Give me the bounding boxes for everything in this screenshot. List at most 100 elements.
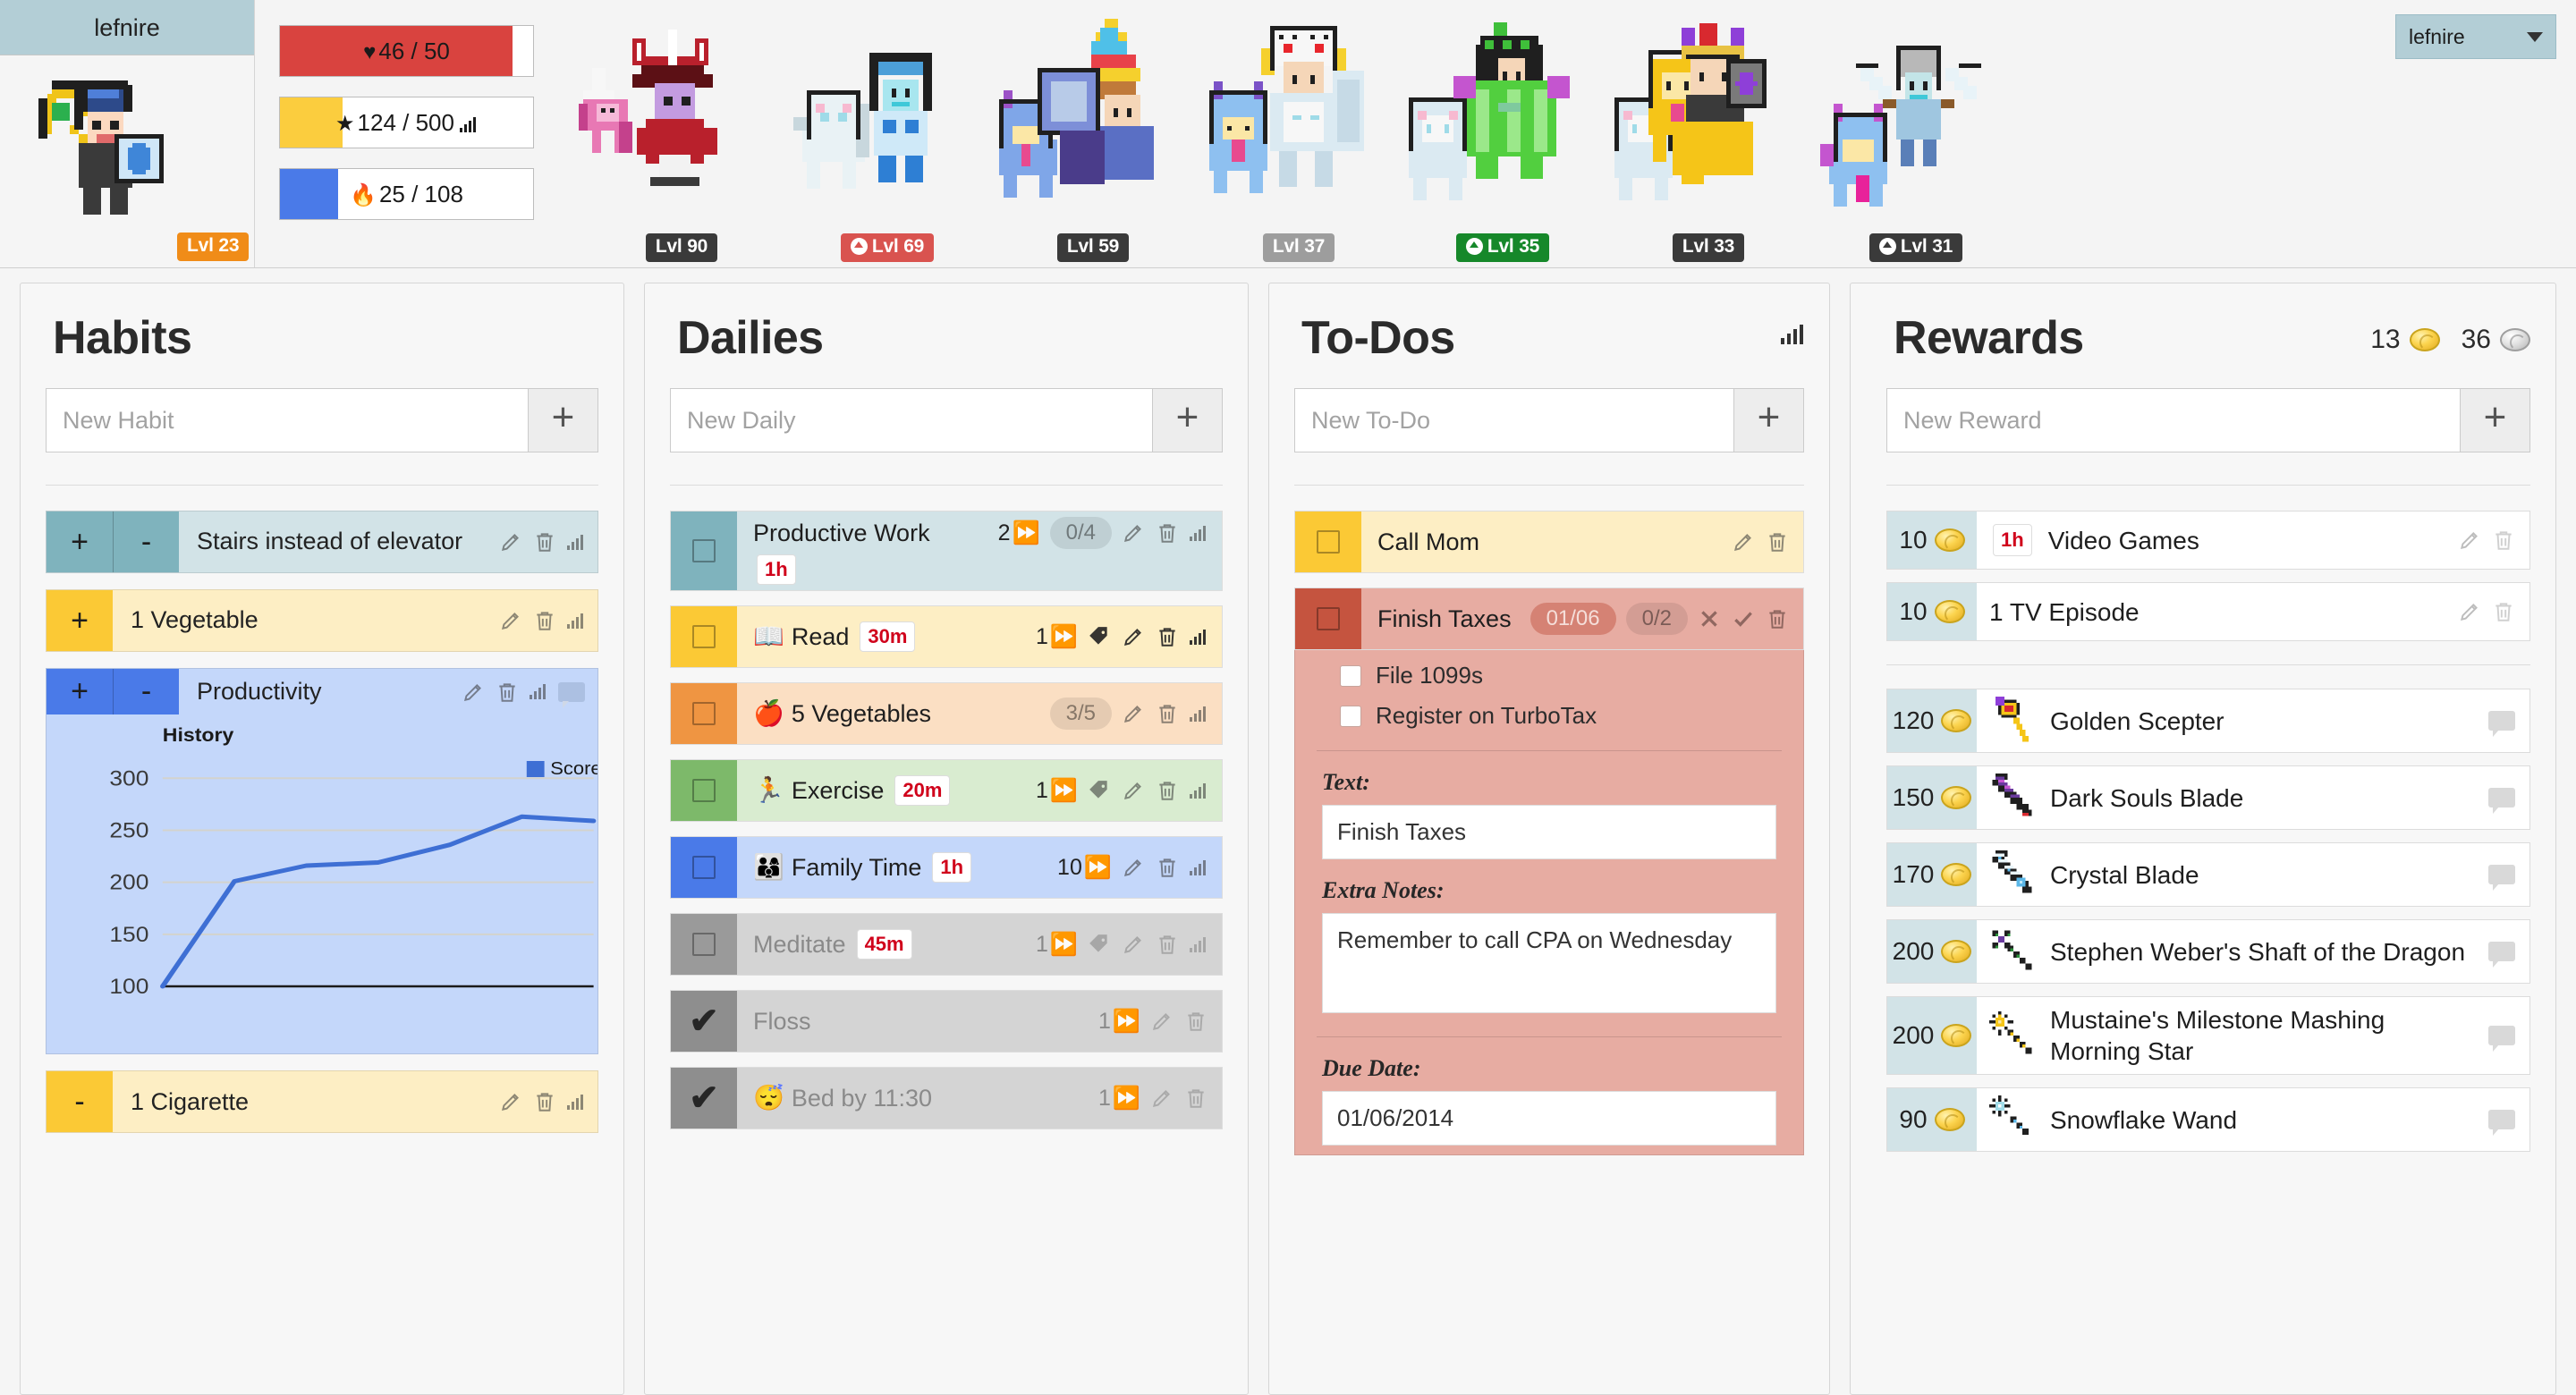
checklist-item[interactable]: File 1099s (1340, 655, 1803, 696)
new-daily-input[interactable] (670, 388, 1153, 452)
daily-row[interactable]: 📖 Read 30m 1 ⏩ (670, 605, 1223, 668)
reward-row[interactable]: 200 Stephen Weber's Shaft of the Dragon (1886, 919, 2530, 984)
chat-icon[interactable] (2488, 1026, 2515, 1052)
habit-minus-button[interactable]: - (113, 512, 179, 572)
chart-icon[interactable] (1781, 325, 1804, 344)
edit-icon[interactable] (1122, 702, 1145, 725)
delete-icon[interactable] (533, 1090, 556, 1113)
add-todo-button[interactable]: + (1734, 388, 1804, 452)
chat-icon[interactable] (2488, 788, 2515, 814)
edit-icon[interactable] (2458, 528, 2481, 552)
daily-checkbox[interactable]: ✔ (671, 1068, 737, 1129)
party-member[interactable]: Lvl 69 (784, 19, 990, 262)
new-reward-input[interactable] (1886, 388, 2461, 452)
reward-row[interactable]: 10 1h Video Games (1886, 511, 2530, 570)
delete-icon[interactable] (2492, 528, 2515, 552)
habit-row[interactable]: - 1 Cigarette (46, 1070, 598, 1134)
chat-icon[interactable] (2488, 711, 2515, 737)
daily-checkbox[interactable] (671, 837, 737, 898)
reward-row[interactable]: 10 1 TV Episode (1886, 582, 2530, 641)
habit-row[interactable]: + - Productivity History Score 100 150 2… (46, 668, 602, 1055)
chart-icon[interactable] (530, 684, 547, 700)
reward-row[interactable]: 170 Crystal Blade (1886, 842, 2530, 907)
delete-icon[interactable] (1184, 1010, 1208, 1033)
delete-icon[interactable] (1156, 521, 1179, 545)
habit-minus-button[interactable]: - (113, 669, 179, 715)
reward-row[interactable]: 200 Mustaine's Milestone Mashing Morning… (1886, 996, 2530, 1075)
chart-icon[interactable] (567, 1094, 585, 1110)
daily-row[interactable]: 🍎 5 Vegetables 3/5 (670, 682, 1223, 745)
new-todo-input[interactable] (1294, 388, 1734, 452)
daily-checkbox[interactable]: ✔ (671, 991, 737, 1052)
chart-icon[interactable] (1190, 859, 1208, 875)
health-bar[interactable]: ♥ 46 / 50 (279, 25, 534, 77)
delete-icon[interactable] (496, 681, 519, 704)
delete-icon[interactable] (2492, 600, 2515, 623)
delete-icon[interactable] (533, 609, 556, 632)
edit-icon[interactable] (499, 530, 522, 554)
checklist-item[interactable]: Register on TurboTax (1340, 696, 1803, 736)
chat-icon[interactable] (2488, 1110, 2515, 1136)
daily-checkbox[interactable] (671, 606, 737, 667)
chart-icon[interactable] (1190, 706, 1208, 722)
chat-icon[interactable] (2488, 865, 2515, 891)
delete-icon[interactable] (1184, 1086, 1208, 1110)
cancel-icon[interactable] (1698, 607, 1721, 630)
tag-icon[interactable] (1088, 625, 1111, 648)
todo-due-date-field[interactable]: 01/06/2014 (1322, 1091, 1776, 1146)
edit-icon[interactable] (1122, 521, 1145, 545)
edit-icon[interactable] (2458, 600, 2481, 623)
habit-plus-button[interactable]: + (47, 669, 113, 715)
chart-icon[interactable] (1190, 525, 1208, 541)
add-reward-button[interactable]: + (2461, 388, 2530, 452)
edit-icon[interactable] (1122, 933, 1145, 956)
tag-icon[interactable] (1088, 933, 1111, 956)
habit-row[interactable]: + - Stairs instead of elevator (46, 511, 598, 573)
delete-icon[interactable] (1766, 530, 1789, 554)
party-member[interactable]: Lvl 59 (990, 19, 1196, 262)
party-member[interactable]: Lvl 35 (1400, 19, 1606, 262)
party-member[interactable]: Lvl 37 (1196, 19, 1402, 262)
daily-row[interactable]: 🏃 Exercise 20m 1 ⏩ (670, 759, 1223, 822)
party-member[interactable]: Lvl 31 (1813, 19, 2019, 262)
daily-row[interactable]: ✔ 😴 Bed by 11:30 1 ⏩ (670, 1067, 1223, 1129)
delete-icon[interactable] (1156, 625, 1179, 648)
reward-row[interactable]: 90 Snowflake Wand (1886, 1087, 2530, 1152)
todo-row[interactable]: Finish Taxes 01/06 0/2 (1294, 588, 1804, 650)
edit-icon[interactable] (1150, 1086, 1174, 1110)
reward-row[interactable]: 120 Golden Scepter (1886, 689, 2530, 753)
delete-icon[interactable] (1156, 933, 1179, 956)
todo-text-field[interactable]: Finish Taxes (1322, 805, 1776, 859)
party-member[interactable]: Lvl 90 (579, 19, 784, 262)
daily-row[interactable]: Meditate 45m 1 ⏩ (670, 913, 1223, 976)
daily-checkbox[interactable] (671, 683, 737, 744)
experience-bar[interactable]: ★ 124 / 500 (279, 97, 534, 148)
mana-bar[interactable]: 🔥 25 / 108 (279, 168, 534, 220)
delete-icon[interactable] (1156, 702, 1179, 725)
todo-row[interactable]: Call Mom (1294, 511, 1804, 573)
chat-icon[interactable] (558, 681, 585, 708)
edit-icon[interactable] (499, 609, 522, 632)
save-icon[interactable] (1732, 607, 1755, 630)
habit-plus-button[interactable]: + (47, 512, 113, 572)
todo-checkbox[interactable] (1295, 512, 1361, 572)
edit-icon[interactable] (1150, 1010, 1174, 1033)
habit-row[interactable]: + 1 Vegetable (46, 589, 598, 652)
tag-icon[interactable] (1088, 779, 1111, 802)
habit-plus-button[interactable]: + (47, 590, 113, 651)
chart-icon[interactable] (567, 613, 585, 629)
chart-icon[interactable] (459, 117, 478, 132)
edit-icon[interactable] (1122, 625, 1145, 648)
daily-checkbox[interactable] (671, 760, 737, 821)
add-daily-button[interactable]: + (1153, 388, 1223, 452)
chart-icon[interactable] (1190, 629, 1208, 645)
daily-row[interactable]: Productive Work 2 ⏩ 0/4 1h (670, 511, 1223, 591)
new-habit-input[interactable] (46, 388, 529, 452)
party-member[interactable]: Lvl 33 (1606, 19, 1811, 262)
chart-icon[interactable] (1190, 936, 1208, 952)
delete-icon[interactable] (1156, 856, 1179, 879)
edit-icon[interactable] (1732, 530, 1755, 554)
edit-icon[interactable] (1122, 856, 1145, 879)
delete-icon[interactable] (533, 530, 556, 554)
edit-icon[interactable] (499, 1090, 522, 1113)
